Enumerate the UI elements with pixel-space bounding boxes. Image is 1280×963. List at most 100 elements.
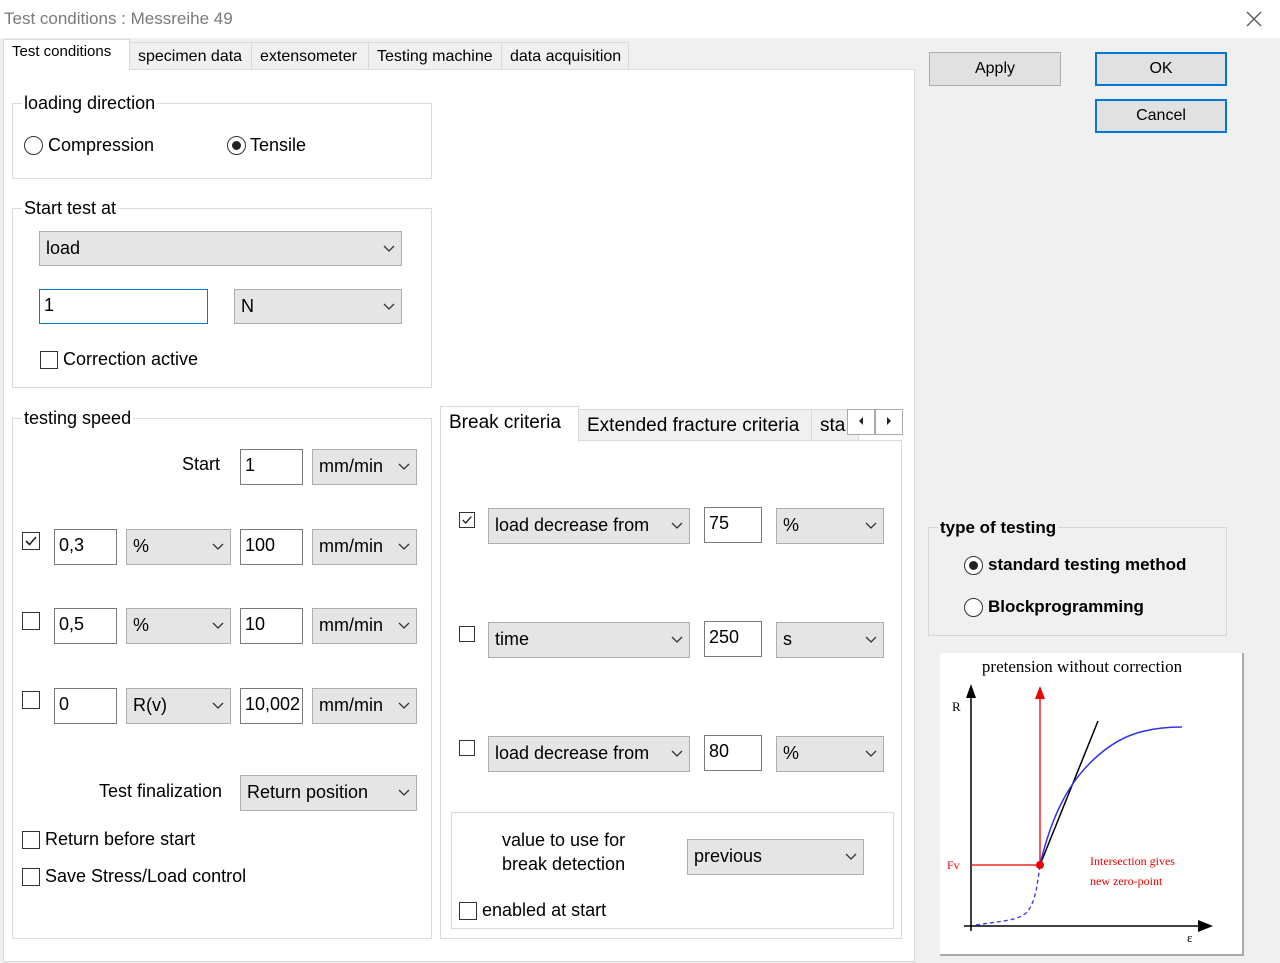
apply-button[interactable]: Apply bbox=[929, 52, 1061, 86]
return-before-start-label: Return before start bbox=[45, 829, 196, 849]
intersection-note-2: new zero-point bbox=[1090, 874, 1163, 888]
y-axis-label: R bbox=[952, 699, 961, 714]
chevron-down-icon bbox=[398, 543, 410, 550]
chevron-down-icon bbox=[398, 622, 410, 629]
blockprogramming-radio[interactable] bbox=[964, 598, 983, 617]
tab-specimen-data[interactable]: specimen data bbox=[129, 42, 252, 70]
break-detection-value: previous bbox=[694, 846, 763, 866]
break-row-3-unit-select[interactable]: % bbox=[776, 736, 884, 772]
ok-button[interactable]: OK bbox=[1095, 52, 1227, 86]
break-detection-label-2: break detection bbox=[502, 854, 626, 874]
speed-row-2-checkbox[interactable] bbox=[22, 612, 40, 630]
chevron-down-icon bbox=[671, 750, 683, 757]
speed-row-3-speed-input[interactable]: 10,002 bbox=[240, 688, 303, 724]
correction-active-checkbox[interactable] bbox=[40, 351, 58, 369]
checkmark-icon bbox=[462, 516, 472, 525]
type-of-testing-label: type of testing bbox=[938, 518, 1059, 538]
speed-row-3-ref-value: R(v) bbox=[133, 695, 167, 715]
break-row-1-unit-value: % bbox=[783, 515, 800, 535]
speed-row-2-speed-input[interactable]: 10 bbox=[240, 608, 303, 644]
pretension-diagram: pretension without correction R ε Fv Int… bbox=[940, 653, 1244, 956]
tab-extensometer[interactable]: extensometer bbox=[251, 42, 369, 70]
close-button[interactable] bbox=[1236, 4, 1272, 34]
start-test-value-input[interactable]: 1 bbox=[39, 289, 208, 324]
speed-row-2-unit-select[interactable]: mm/min bbox=[312, 608, 417, 644]
enabled-at-start-checkbox[interactable] bbox=[459, 902, 477, 920]
speed-row-3-checkbox[interactable] bbox=[22, 691, 40, 709]
tensile-label: Tensile bbox=[250, 135, 307, 155]
speed-row-3-unit-value: mm/min bbox=[319, 695, 383, 715]
speed-row-1-ref-select[interactable]: % bbox=[126, 529, 231, 565]
speed-row-2-value-input[interactable]: 0,5 bbox=[54, 608, 117, 644]
compression-radio[interactable] bbox=[24, 136, 43, 155]
start-speed-unit-select[interactable]: mm/min bbox=[312, 449, 417, 485]
tab-testing-machine[interactable]: Testing machine bbox=[368, 42, 502, 70]
standard-method-radio[interactable] bbox=[964, 556, 983, 575]
speed-row-1-value-input[interactable]: 0,3 bbox=[54, 529, 117, 565]
tensile-radio[interactable] bbox=[227, 136, 246, 155]
window-title: Test conditions : Messreihe 49 bbox=[4, 9, 233, 28]
intersection-point bbox=[1036, 861, 1044, 869]
speed-row-2-ref-value: % bbox=[133, 615, 150, 635]
x-axis-arrow-icon bbox=[1198, 920, 1213, 932]
speed-row-1-checkbox[interactable] bbox=[22, 532, 40, 550]
break-row-1-criterion-value: load decrease from bbox=[495, 515, 650, 535]
save-control-checkbox[interactable] bbox=[22, 868, 40, 886]
speed-row-1-unit-select[interactable]: mm/min bbox=[312, 529, 417, 565]
chevron-down-icon bbox=[865, 750, 877, 757]
speed-row-3-unit-select[interactable]: mm/min bbox=[312, 688, 417, 724]
break-row-3-checkbox[interactable] bbox=[459, 740, 475, 756]
standard-method-label: standard testing method bbox=[988, 555, 1187, 574]
break-row-2-checkbox[interactable] bbox=[459, 626, 475, 642]
break-row-3-value-input[interactable]: 80 bbox=[704, 735, 762, 771]
test-finalization-select[interactable]: Return position bbox=[240, 775, 417, 811]
tab-scroll-left-button[interactable] bbox=[847, 409, 875, 435]
testing-speed-label: testing speed bbox=[22, 408, 134, 429]
break-row-2-unit-value: s bbox=[783, 629, 792, 649]
start-test-mode-value: load bbox=[46, 238, 81, 258]
break-row-1-unit-select[interactable]: % bbox=[776, 508, 884, 544]
chevron-down-icon bbox=[865, 636, 877, 643]
speed-row-1-unit-value: mm/min bbox=[319, 536, 383, 556]
tab-test-conditions[interactable]: Test conditions bbox=[3, 39, 130, 70]
break-row-2-unit-select[interactable]: s bbox=[776, 622, 884, 658]
break-row-1-checkbox[interactable] bbox=[459, 512, 475, 528]
break-row-3-criterion-select[interactable]: load decrease from bbox=[488, 736, 690, 772]
cancel-button[interactable]: Cancel bbox=[1095, 99, 1227, 133]
testing-speed-group bbox=[12, 418, 432, 939]
speed-row-2-ref-select[interactable]: % bbox=[126, 608, 231, 644]
start-test-unit-select[interactable]: N bbox=[234, 289, 402, 324]
start-test-mode-select[interactable]: load bbox=[39, 231, 402, 266]
tab-scroll-right-button[interactable] bbox=[875, 409, 903, 435]
start-test-label: Start test at bbox=[22, 198, 119, 219]
blockprogramming-label: Blockprogramming bbox=[988, 597, 1144, 616]
break-row-2-criterion-value: time bbox=[495, 629, 530, 649]
title-bar: Test conditions : Messreihe 49 bbox=[0, 0, 1280, 38]
speed-row-2-unit-value: mm/min bbox=[319, 615, 383, 635]
test-finalization-label: Test finalization bbox=[99, 781, 223, 801]
tab-extended-fracture-criteria[interactable]: Extended fracture criteria bbox=[578, 409, 812, 441]
break-row-1-value-input[interactable]: 75 bbox=[704, 507, 762, 543]
chevron-down-icon bbox=[398, 702, 410, 709]
diagram-title: pretension without correction bbox=[982, 657, 1183, 676]
speed-row-1-speed-input[interactable]: 100 bbox=[240, 529, 303, 565]
break-row-2-criterion-select[interactable]: time bbox=[488, 622, 690, 658]
enabled-at-start-label: enabled at start bbox=[482, 900, 607, 920]
speed-row-1-ref-value: % bbox=[133, 536, 150, 556]
close-icon bbox=[1246, 11, 1262, 27]
save-control-label: Save Stress/Load control bbox=[45, 866, 247, 886]
stress-strain-curve bbox=[1039, 726, 1183, 866]
tab-data-acquisition[interactable]: data acquisition bbox=[501, 42, 629, 70]
chevron-down-icon bbox=[398, 463, 410, 470]
speed-row-3-ref-select[interactable]: R(v) bbox=[126, 688, 231, 724]
speed-row-3-value-input[interactable]: 0 bbox=[54, 688, 117, 724]
break-row-2-value-input[interactable]: 250 bbox=[704, 621, 762, 657]
chevron-down-icon bbox=[212, 543, 224, 550]
return-before-start-checkbox[interactable] bbox=[22, 831, 40, 849]
start-speed-input[interactable]: 1 bbox=[240, 449, 303, 485]
break-detection-select[interactable]: previous bbox=[687, 839, 864, 875]
tab-break-criteria[interactable]: Break criteria bbox=[440, 406, 579, 442]
break-row-1-criterion-select[interactable]: load decrease from bbox=[488, 508, 690, 544]
chevron-down-icon bbox=[383, 245, 395, 252]
triangle-left-icon bbox=[859, 417, 863, 425]
